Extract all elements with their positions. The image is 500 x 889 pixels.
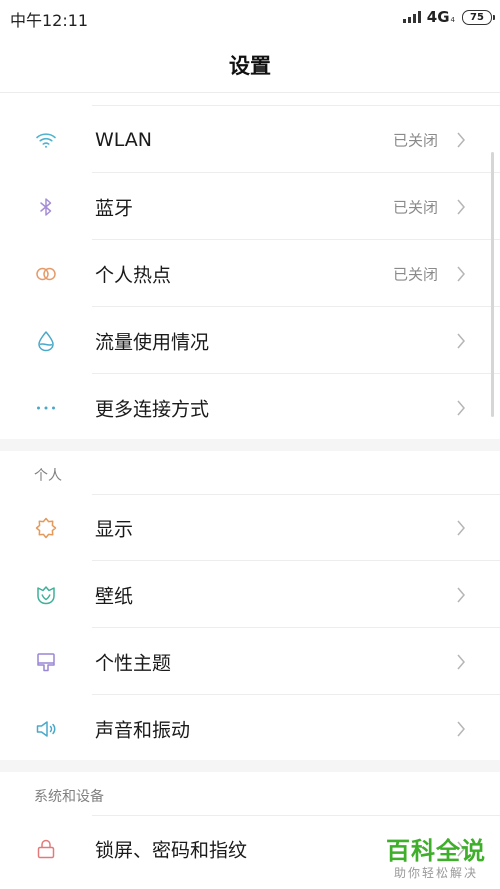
settings-item-label: 蓝牙 (95, 197, 134, 219)
settings-item-label: 壁纸 (95, 585, 134, 607)
section-header-personal: 个人 (0, 451, 500, 495)
section-gap (0, 760, 500, 772)
sound-icon (34, 717, 58, 741)
settings-item-bluetooth[interactable]: 蓝牙 已关闭 (0, 173, 500, 240)
more-icon (34, 396, 58, 420)
watermark-subtitle: 助你轻松解决 (393, 866, 478, 880)
network-sub: 4 (450, 16, 455, 24)
settings-item-label: 声音和振动 (95, 719, 191, 741)
settings-item-display[interactable]: 显示 (0, 494, 500, 561)
status-indicators: 4G 4 75 (402, 8, 495, 26)
status-value: 已关闭 (392, 198, 438, 216)
settings-item-label: 更多连接方式 (95, 398, 210, 420)
status-value: 已关闭 (392, 131, 438, 149)
chevron-right-icon (457, 199, 465, 214)
section-header-system: 系统和设备 (0, 772, 500, 816)
settings-screen: 中午12:11 4G 4 75 设置 WLAN 已关闭 蓝牙 已关闭 个人热点 … (0, 0, 500, 889)
data-usage-icon (34, 329, 58, 353)
network-type: 4G (426, 8, 450, 26)
settings-item-label: WLAN (95, 128, 153, 151)
status-time: 中午12:11 (10, 11, 89, 30)
settings-item-label: 显示 (95, 518, 134, 540)
settings-item-label: 个人热点 (95, 264, 172, 286)
scrollbar[interactable] (491, 152, 494, 417)
display-icon (34, 516, 58, 540)
chevron-right-icon (457, 721, 465, 736)
settings-item-wlan[interactable]: WLAN 已关闭 (0, 106, 500, 173)
settings-item-sound[interactable]: 声音和振动 (0, 695, 500, 762)
wifi-icon (34, 128, 58, 152)
chevron-right-icon (457, 520, 465, 535)
section-title: 个人 (34, 468, 62, 484)
status-bar: 中午12:11 4G 4 75 (0, 0, 500, 36)
section-title: 系统和设备 (34, 789, 104, 805)
lock-icon (34, 837, 58, 861)
chevron-right-icon (457, 266, 465, 281)
bluetooth-icon (34, 195, 58, 219)
hotspot-icon (34, 262, 58, 286)
wallpaper-icon (34, 583, 58, 607)
settings-item-data-usage[interactable]: 流量使用情况 (0, 307, 500, 374)
chevron-right-icon (457, 587, 465, 602)
chevron-right-icon (457, 400, 465, 415)
watermark: 百科全说 助你轻松解决 (386, 837, 486, 881)
watermark-title: 百科全说 (386, 837, 486, 865)
settings-item-theme[interactable]: 个性主题 (0, 628, 500, 695)
settings-item-more-connections[interactable]: 更多连接方式 (0, 374, 500, 441)
chevron-right-icon (457, 132, 465, 147)
status-value: 已关闭 (392, 265, 438, 283)
page-title: 设置 (229, 54, 271, 78)
settings-item-label: 流量使用情况 (95, 331, 210, 353)
signal-icon (402, 11, 421, 23)
chevron-right-icon (457, 654, 465, 669)
settings-item-label: 个性主题 (95, 652, 172, 674)
section-gap (0, 439, 500, 451)
settings-item-label: 锁屏、密码和指纹 (95, 839, 248, 861)
theme-icon (34, 650, 58, 674)
settings-item-wallpaper[interactable]: 壁纸 (0, 561, 500, 628)
chevron-right-icon (457, 333, 465, 348)
title-bar: 设置 (0, 36, 500, 93)
settings-item-hotspot[interactable]: 个人热点 已关闭 (0, 240, 500, 307)
battery-icon: 75 (462, 9, 495, 25)
